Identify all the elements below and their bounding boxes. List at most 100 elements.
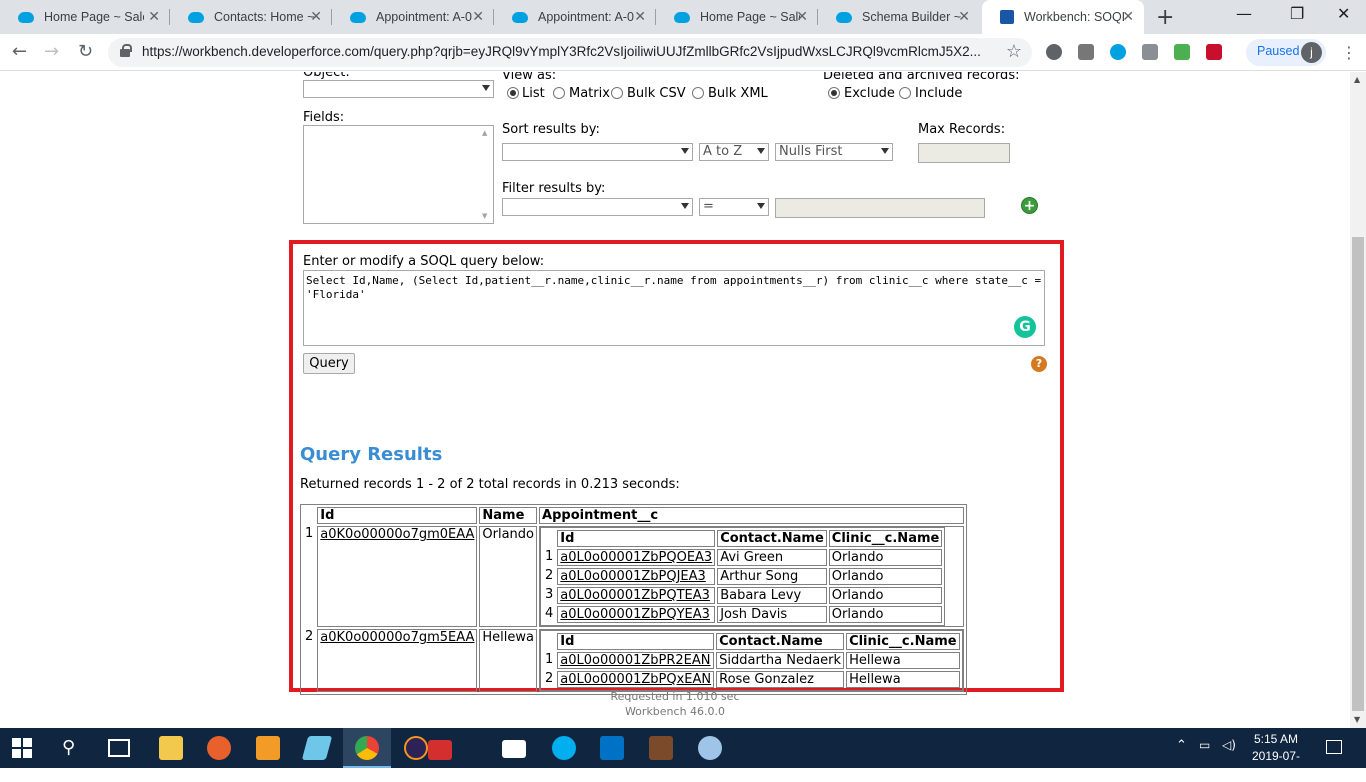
clinic-name: Orlando xyxy=(828,549,943,566)
close-icon[interactable]: ✕ xyxy=(1122,9,1134,25)
contact-name: Rose Gonzalez xyxy=(716,671,845,688)
mcafee-shield-icon[interactable] xyxy=(1206,44,1222,60)
sort-label: Sort results by: xyxy=(502,122,600,137)
network-icon[interactable]: ▭ xyxy=(1199,738,1210,752)
scroll-up-icon[interactable]: ▲ xyxy=(1354,75,1360,84)
object-select[interactable] xyxy=(303,80,494,98)
sort-field-select[interactable] xyxy=(502,143,693,161)
app-icon[interactable] xyxy=(301,736,333,760)
add-filter-plus-icon[interactable]: + xyxy=(1021,197,1038,214)
contact-name: Avi Green xyxy=(717,549,827,566)
browser-tab[interactable]: Appointment: A-0 ✕ xyxy=(332,0,494,34)
chevron-down-icon xyxy=(881,148,889,154)
header-cell: Clinic__c.Name xyxy=(828,530,943,547)
browser-tab[interactable]: Schema Builder ~ ✕ xyxy=(818,0,980,34)
view-list-radio[interactable] xyxy=(507,87,519,99)
sort-order-select[interactable]: A to Z xyxy=(699,143,769,161)
listbox-scrollbar[interactable]: ▲ ▼ xyxy=(479,126,493,223)
table-header-row: Id Contact.Name Clinic__c.Name xyxy=(543,633,960,650)
restore-icon[interactable]: ❐ xyxy=(1290,4,1304,23)
grammarly-icon[interactable]: G xyxy=(1014,316,1036,338)
eclipse-icon[interactable] xyxy=(404,736,428,760)
address-bar[interactable]: https://workbench.developerforce.com/que… xyxy=(108,38,1032,67)
exclude-radio[interactable] xyxy=(828,87,840,99)
chevron-up-icon[interactable]: ⌃ xyxy=(1176,738,1187,753)
search-icon[interactable]: ⚲ xyxy=(62,737,86,761)
record-id-link[interactable]: a0L0o00001ZbPR2EAN xyxy=(560,653,710,668)
filter-value-input[interactable] xyxy=(775,198,985,218)
back-arrow-icon[interactable]: ← xyxy=(12,41,27,62)
salesforce-cloud-icon xyxy=(18,11,34,23)
person-extension-icon[interactable] xyxy=(1142,44,1158,60)
record-id-link[interactable]: a0K0o00000o7gm0EAA xyxy=(320,527,474,542)
filter-field-select[interactable] xyxy=(502,198,693,216)
reload-icon[interactable]: ↻ xyxy=(78,41,93,62)
task-view-icon[interactable] xyxy=(108,739,130,757)
minimize-icon[interactable]: — xyxy=(1236,4,1252,23)
media-player-icon[interactable] xyxy=(256,736,280,760)
chrome-icon[interactable] xyxy=(355,736,379,760)
record-id-link[interactable]: a0L0o00001ZbPQYEA3 xyxy=(560,607,710,622)
fields-listbox[interactable]: ▲ ▼ xyxy=(303,125,494,224)
help-icon[interactable]: ? xyxy=(1031,356,1047,372)
browser-tab[interactable]: Home Page ~ Sale ✕ xyxy=(0,0,170,34)
bookmark-star-icon[interactable]: ☆ xyxy=(1006,41,1022,62)
browser-tab-active[interactable]: Workbench: SOQL ✕ xyxy=(982,0,1144,34)
app-icon[interactable] xyxy=(207,736,231,760)
volume-icon[interactable]: ◁) xyxy=(1222,738,1236,752)
record-id-link[interactable]: a0L0o00001ZbPQJEA3 xyxy=(560,569,706,584)
view-as-label: View as: xyxy=(502,72,557,83)
profile-button[interactable]: Paused j xyxy=(1246,39,1326,66)
deleted-records-label: Deleted and archived records: xyxy=(823,72,1020,83)
mail-icon[interactable] xyxy=(502,740,526,758)
close-icon[interactable]: ✕ xyxy=(148,9,160,25)
scroll-thumb[interactable] xyxy=(1352,237,1364,711)
paint-icon[interactable] xyxy=(698,736,722,760)
sort-nulls-select[interactable]: Nulls First xyxy=(775,143,893,161)
close-icon[interactable]: ✕ xyxy=(958,9,970,25)
extension-circle-icon[interactable] xyxy=(1046,44,1062,60)
query-button[interactable]: Query xyxy=(303,353,355,374)
url-text[interactable]: https://workbench.developerforce.com/que… xyxy=(142,44,1002,59)
notifications-icon[interactable] xyxy=(1326,740,1342,754)
new-tab-icon[interactable]: + xyxy=(1156,5,1174,30)
browser-tab[interactable]: Home Page ~ Sale ✕ xyxy=(656,0,818,34)
file-explorer-icon[interactable] xyxy=(159,736,183,760)
record-id-link[interactable]: a0L0o00001ZbPQTEA3 xyxy=(560,588,710,603)
browser-tab[interactable]: Appointment: A-0 ✕ xyxy=(494,0,656,34)
extension-g-icon[interactable] xyxy=(1078,44,1094,60)
menu-kebab-icon[interactable]: ⋮ xyxy=(1341,43,1357,62)
download-extension-icon[interactable] xyxy=(1174,44,1190,60)
header-cell: Appointment__c xyxy=(539,507,964,524)
max-records-input[interactable] xyxy=(918,143,1010,163)
soql-query-textarea[interactable]: Select Id,Name, (Select Id,patient__r.na… xyxy=(303,270,1045,346)
view-bulk-csv-radio[interactable] xyxy=(611,87,623,99)
windows-start-icon[interactable] xyxy=(12,738,32,758)
view-bulk-xml-radio[interactable] xyxy=(692,87,704,99)
results-table: Id Name Appointment__c 1 a0K0o00000o7gm0… xyxy=(300,504,967,695)
salesforce-extension-icon[interactable] xyxy=(1110,44,1126,60)
browser-tab[interactable]: Contacts: Home ~ ✕ xyxy=(170,0,332,34)
system-clock[interactable]: 5:15 AM 2019-07-22 xyxy=(1246,731,1306,782)
outlook-icon[interactable] xyxy=(600,736,624,760)
scroll-down-icon[interactable]: ▼ xyxy=(1354,715,1360,724)
skype-icon[interactable] xyxy=(552,736,576,760)
query-results-title: Query Results xyxy=(300,444,443,465)
close-icon[interactable]: ✕ xyxy=(634,9,646,25)
close-icon[interactable]: ✕ xyxy=(472,9,484,25)
tab-title: Appointment: A-0 xyxy=(376,10,472,24)
game-icon[interactable] xyxy=(649,736,673,760)
include-radio[interactable] xyxy=(899,87,911,99)
close-icon[interactable]: ✕ xyxy=(310,9,322,25)
table-row: 3 a0L0o00001ZbPQTEA3 Babara Levy Orlando xyxy=(543,587,943,604)
page-scrollbar[interactable]: ▲ ▼ xyxy=(1350,72,1366,728)
record-id-link[interactable]: a0L0o00001ZbPQOEA3 xyxy=(560,550,712,565)
record-id-link[interactable]: a0L0o00001ZbPQxEAN xyxy=(560,672,711,687)
close-icon[interactable]: ✕ xyxy=(796,9,808,25)
record-id-link[interactable]: a0K0o00000o7gm5EAA xyxy=(320,630,474,645)
close-window-icon[interactable]: ✕ xyxy=(1337,4,1350,23)
acrobat-icon[interactable] xyxy=(428,740,452,760)
filter-operator-select[interactable]: = xyxy=(699,198,769,216)
forward-arrow-icon[interactable]: → xyxy=(44,41,59,62)
view-matrix-radio[interactable] xyxy=(553,87,565,99)
